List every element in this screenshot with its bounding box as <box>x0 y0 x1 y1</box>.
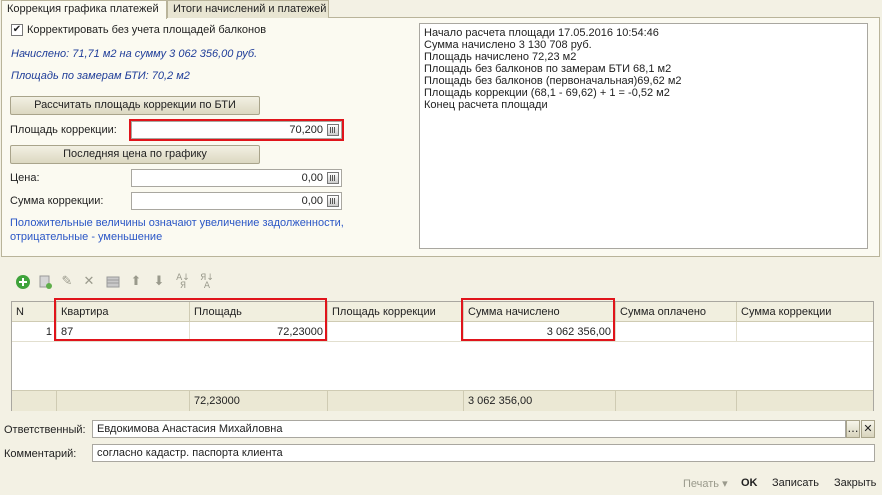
comment-field[interactable]: согласно кадастр. паспорта клиента <box>92 444 875 462</box>
correction-sum-label: Сумма коррекции: <box>10 195 104 207</box>
col-header-correction-area[interactable]: Площадь коррекции <box>328 302 464 322</box>
responsible-field[interactable]: Евдокимова Анастасия Михайловна <box>92 420 846 438</box>
total-cell-n <box>12 390 57 411</box>
price-label: Цена: <box>10 172 40 184</box>
delete-icon[interactable]: ✕ <box>81 274 97 290</box>
grid-icon[interactable] <box>105 274 121 290</box>
total-accrued: 3 062 356,00 <box>464 390 616 411</box>
add-icon[interactable] <box>15 274 31 290</box>
col-header-n[interactable]: N <box>12 302 57 322</box>
highlight-correction-area <box>129 119 344 141</box>
highlight-apartment-area <box>54 298 327 341</box>
col-header-paid[interactable]: Сумма оплачено <box>616 302 737 322</box>
correction-sum-field[interactable]: 0,00 <box>131 192 342 210</box>
log-line: Сумма начислено 3 130 708 руб. <box>424 39 592 51</box>
correction-area-label: Площадь коррекции: <box>10 124 117 136</box>
calc-bti-button[interactable]: Рассчитать площадь коррекции по БТИ <box>10 96 260 115</box>
table-cell-correction-area[interactable] <box>328 322 464 342</box>
calculator-icon[interactable] <box>327 195 339 207</box>
log-line: Конец расчета площади <box>424 99 548 111</box>
close-button[interactable]: Закрыть <box>834 477 876 489</box>
print-button[interactable]: Печать ▾ <box>683 477 728 490</box>
responsible-label: Ответственный: <box>4 424 86 436</box>
bti-area-info: Площадь по замерам БТИ: 70,2 м2 <box>11 70 190 82</box>
log-line: Площадь начислено 72,23 м2 <box>424 51 577 63</box>
sort-desc-icon[interactable]: Я↓ A <box>199 274 215 291</box>
price-field[interactable]: 0,00 <box>131 169 342 187</box>
clear-responsible-button[interactable]: ✕ <box>861 420 875 438</box>
calculation-log[interactable]: Начало расчета площади 17.05.2016 10:54:… <box>419 23 868 249</box>
log-line: Площадь без балконов (первоначальная)69,… <box>424 75 682 87</box>
no-balcony-label: Корректировать без учета площадей балкон… <box>27 24 267 36</box>
log-line: Площадь без балконов по замерам БТИ 68,1… <box>424 63 672 75</box>
chevron-down-icon: ▾ <box>722 478 728 490</box>
ok-button[interactable]: OK <box>741 477 758 489</box>
hint-text: Положительные величины означают увеличен… <box>10 216 344 244</box>
hint-line: Положительные величины означают увеличен… <box>10 217 344 229</box>
move-up-icon[interactable]: ⬆ <box>128 274 144 290</box>
total-correction-sum <box>737 390 873 411</box>
print-label: Печать <box>683 478 720 490</box>
total-correction-area <box>328 390 464 411</box>
calculator-icon[interactable] <box>327 172 339 184</box>
total-area: 72,23000 <box>190 390 328 411</box>
table-cell-correction-sum[interactable] <box>737 322 873 342</box>
sort-asc-icon[interactable]: A↓ Я <box>175 274 191 291</box>
edit-icon[interactable]: ✎ <box>59 274 75 290</box>
hint-line: отрицательные - уменьшение <box>10 231 163 243</box>
log-line: Начало расчета площади 17.05.2016 10:54:… <box>424 27 659 39</box>
tab-accruals-summary[interactable]: Итоги начислений и платежей <box>167 0 329 18</box>
copy-icon[interactable] <box>37 274 53 290</box>
log-line: Площадь коррекции (68,1 - 69,62) + 1 = -… <box>424 87 670 99</box>
accrued-info: Начислено: 71,71 м2 на сумму 3 062 356,0… <box>11 48 258 60</box>
col-header-correction-sum[interactable]: Сумма коррекции <box>737 302 873 322</box>
no-balcony-checkbox[interactable]: ✔ <box>11 24 23 36</box>
highlight-accrued <box>461 298 615 341</box>
total-cell-apartment <box>57 390 190 411</box>
select-responsible-button[interactable]: … <box>846 420 860 438</box>
table-cell-paid[interactable] <box>616 322 737 342</box>
total-paid <box>616 390 737 411</box>
comment-label: Комментарий: <box>4 448 77 460</box>
move-down-icon[interactable]: ⬇ <box>151 274 167 290</box>
last-price-button[interactable]: Последняя цена по графику <box>10 145 260 164</box>
tab-payment-schedule-correction[interactable]: Коррекция графика платежей <box>1 0 167 19</box>
save-button[interactable]: Записать <box>772 477 819 489</box>
table-cell-n[interactable]: 1 <box>12 322 57 342</box>
price-value: 0,00 <box>301 172 323 184</box>
correction-sum-value: 0,00 <box>301 195 323 207</box>
